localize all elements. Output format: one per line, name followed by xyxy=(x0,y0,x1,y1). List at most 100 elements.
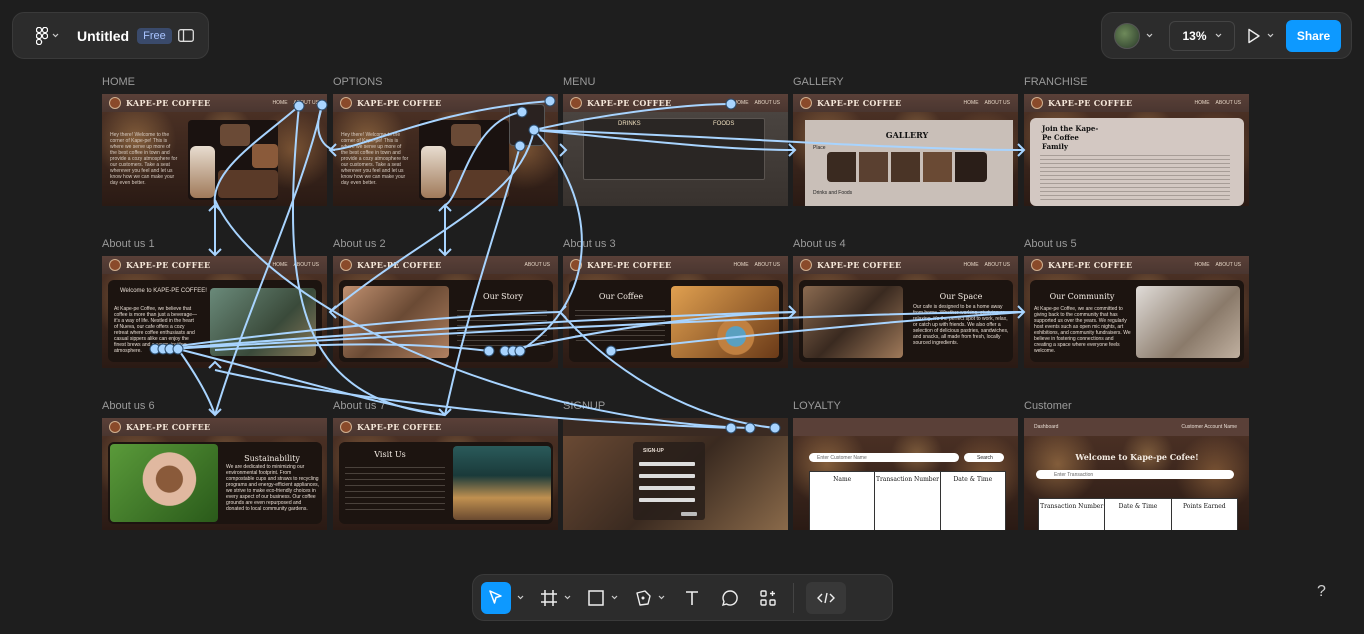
iced-coffee-photo xyxy=(190,146,215,198)
chevron-down-icon[interactable] xyxy=(517,595,524,600)
iced-coffee-photo xyxy=(421,146,446,198)
loyalty-col-transaction: Transaction Number xyxy=(875,472,941,530)
frame-signup[interactable]: SIGN-UP xyxy=(563,418,788,530)
loyalty-search-button-label: Search xyxy=(977,455,993,461)
frame-label-about1[interactable]: About us 1 xyxy=(102,238,155,250)
frame-label-about3[interactable]: About us 3 xyxy=(563,238,616,250)
brand-name: KAPE-PE COFFEE xyxy=(817,260,902,270)
frame-label-about4[interactable]: About us 4 xyxy=(793,238,846,250)
coffee-logo-icon xyxy=(570,259,582,271)
frame-about2[interactable]: KAPE-PE COFFEE ABOUT US Our Story xyxy=(333,256,558,368)
frame-label-about7[interactable]: About us 7 xyxy=(333,400,386,412)
frame-label-signup[interactable]: SIGNUP xyxy=(563,400,605,412)
frame-label-about2[interactable]: About us 2 xyxy=(333,238,386,250)
text-icon xyxy=(686,590,698,605)
chevron-down-icon xyxy=(1267,33,1274,38)
share-button[interactable]: Share xyxy=(1286,19,1341,52)
frame-loyalty[interactable]: Enter Customer Name Search Name Transact… xyxy=(793,418,1018,530)
brand-name: KAPE-PE COFFEE xyxy=(126,260,211,270)
customer-table: Transaction Number Date & Time Points Ea… xyxy=(1038,498,1238,530)
main-menu-button[interactable] xyxy=(25,21,69,51)
frame-about6[interactable]: Sustainability We are dedicated to minim… xyxy=(102,418,327,530)
signup-name-input xyxy=(639,462,695,466)
pen-icon xyxy=(636,589,651,606)
gallery-title: GALLERY xyxy=(885,130,929,140)
plan-badge[interactable]: Free xyxy=(137,27,172,44)
frame-home[interactable]: KAPE-PE COFFEE HOME ABOUT US Hey there! We… xyxy=(102,94,327,206)
customer-col-date: Date & Time xyxy=(1105,499,1172,530)
chevron-down-icon[interactable] xyxy=(1146,33,1153,38)
brand-name: KAPE-PE COFFEE xyxy=(1048,98,1133,108)
frame-franchise[interactable]: KAPE-PE COFFEE HOME ABOUT US Join the Kape… xyxy=(1024,94,1249,206)
brand-name: KAPE-PE COFFEE xyxy=(587,98,672,108)
chevron-down-icon[interactable] xyxy=(658,595,665,600)
chevron-down-icon xyxy=(1215,33,1221,38)
frame-navbar: KAPE-PE COFFEE HOME ABOUT US xyxy=(563,256,788,274)
frame-label-loyalty[interactable]: LOYALTY xyxy=(793,400,841,412)
frame-label-franchise[interactable]: FRANCHISE xyxy=(1024,76,1088,88)
frame-label-options[interactable]: OPTIONS xyxy=(333,76,383,88)
menu-board xyxy=(583,118,765,180)
file-panel: Untitled Free xyxy=(12,12,209,59)
frame-navbar: KAPE-PE COFFEE HOME ABOUT US xyxy=(793,94,1018,112)
frame-about4[interactable]: KAPE-PE COFFEE HOME ABOUT US Our Space Our… xyxy=(793,256,1018,368)
frame-label-about6[interactable]: About us 6 xyxy=(102,400,155,412)
frame-about3[interactable]: KAPE-PE COFFEE HOME ABOUT US Our Coffee xyxy=(563,256,788,368)
text-tool-button[interactable] xyxy=(683,582,701,614)
about5-text: At Kape-pe Coffee, we are committed to g… xyxy=(1034,306,1131,354)
frame-label-about5[interactable]: About us 5 xyxy=(1024,238,1077,250)
frame-label-customer[interactable]: Customer xyxy=(1024,400,1072,412)
about1-text: At Kape-pe Coffee, we believe that coffe… xyxy=(114,306,198,354)
chevron-down-icon[interactable] xyxy=(611,595,618,600)
frame-label-menu[interactable]: MENU xyxy=(563,76,595,88)
about2-text-lines xyxy=(457,306,547,346)
chevron-down-icon[interactable] xyxy=(564,595,571,600)
frame-menu[interactable]: KAPE-PE COFFEE HOME ABOUT US DRINKS FOODS xyxy=(563,94,788,206)
coffee-logo-icon xyxy=(800,259,812,271)
move-tool-button[interactable] xyxy=(481,581,511,614)
frame-options[interactable]: KAPE-PE COFFEE Hey there! Welcome to the… xyxy=(333,94,558,206)
frame-about1[interactable]: KAPE-PE COFFEE HOME ABOUT US Welcome to KA… xyxy=(102,256,327,368)
present-button[interactable] xyxy=(1247,28,1274,44)
frame-navbar: KAPE-PE COFFEE HOME ABOUT US xyxy=(793,256,1018,274)
nav-link-about: ABOUT US xyxy=(984,100,1010,106)
about2-title: Our Story xyxy=(483,292,523,301)
nav-link-home: HOME xyxy=(733,262,749,268)
frame-label-home[interactable]: HOME xyxy=(102,76,135,88)
cafe-interior-photo xyxy=(449,170,509,198)
nav-link-about: ABOUT US xyxy=(1215,100,1241,106)
figma-logo-icon xyxy=(35,26,48,45)
code-icon xyxy=(817,592,835,603)
shape-tool-button[interactable] xyxy=(587,582,605,614)
nav-link-home: HOME xyxy=(963,100,979,106)
toggle-sidebar-button[interactable] xyxy=(178,29,194,42)
nav-link-home: HOME xyxy=(1194,100,1210,106)
people-photo xyxy=(252,144,278,168)
about3-title: Our Coffee xyxy=(598,292,644,301)
frame-customer[interactable]: Dashboard Customer Account Name Welcome t… xyxy=(1024,418,1249,530)
nav-link-home: HOME xyxy=(733,100,749,106)
help-button[interactable]: ? xyxy=(1317,583,1326,601)
frame-navbar: KAPE-PE COFFEE xyxy=(333,418,558,436)
comment-tool-button[interactable] xyxy=(721,582,739,614)
about5-community-photo xyxy=(1136,286,1240,358)
coffee-logo-icon xyxy=(109,259,121,271)
frame-navbar: KAPE-PE COFFEE HOME ABOUT US xyxy=(1024,256,1249,274)
signup-email-input xyxy=(639,474,695,478)
file-title[interactable]: Untitled xyxy=(77,28,129,44)
brand-name: KAPE-PE COFFEE xyxy=(1048,260,1133,270)
rectangle-icon xyxy=(588,589,604,606)
frame-about5[interactable]: KAPE-PE COFFEE HOME ABOUT US Our Community… xyxy=(1024,256,1249,368)
frame-about7[interactable]: KAPE-PE COFFEE Visit Us xyxy=(333,418,558,530)
dev-mode-toggle[interactable] xyxy=(806,581,846,614)
coffee-logo-icon xyxy=(340,421,352,433)
frame-tool-button[interactable] xyxy=(540,582,558,614)
frame-gallery[interactable]: KAPE-PE COFFEE HOME ABOUT US GALLERY Place… xyxy=(793,94,1018,206)
frame-label-gallery[interactable]: GALLERY xyxy=(793,76,844,88)
food-photo xyxy=(220,124,250,146)
zoom-dropdown[interactable]: 13% xyxy=(1169,20,1235,51)
resources-tool-button[interactable] xyxy=(759,582,777,614)
pen-tool-button[interactable] xyxy=(634,582,652,614)
about2-people-photo xyxy=(343,286,449,358)
user-avatar[interactable] xyxy=(1114,22,1140,49)
